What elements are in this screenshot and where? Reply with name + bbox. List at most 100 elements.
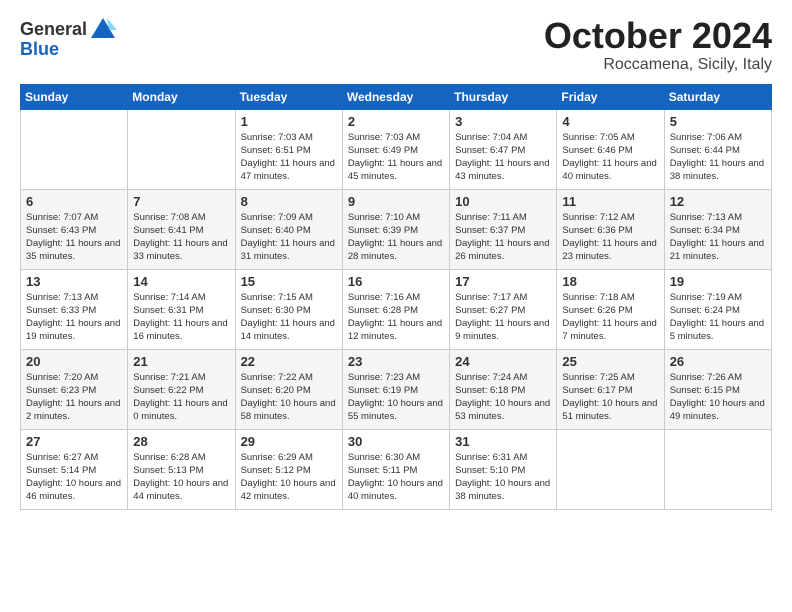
day-number: 18 bbox=[562, 274, 658, 289]
calendar-day-header: Thursday bbox=[450, 84, 557, 109]
day-info: Sunrise: 7:16 AMSunset: 6:28 PMDaylight:… bbox=[348, 291, 444, 344]
day-number: 21 bbox=[133, 354, 229, 369]
calendar-cell: 9 Sunrise: 7:10 AMSunset: 6:39 PMDaylight… bbox=[342, 189, 449, 269]
calendar-week-row: 13 Sunrise: 7:13 AMSunset: 6:33 PMDayligh… bbox=[21, 269, 772, 349]
day-info: Sunrise: 7:06 AMSunset: 6:44 PMDaylight:… bbox=[670, 131, 766, 184]
calendar-cell: 6 Sunrise: 7:07 AMSunset: 6:43 PMDaylight… bbox=[21, 189, 128, 269]
day-number: 4 bbox=[562, 114, 658, 129]
calendar-day-header: Wednesday bbox=[342, 84, 449, 109]
day-number: 14 bbox=[133, 274, 229, 289]
day-info: Sunrise: 7:19 AMSunset: 6:24 PMDaylight:… bbox=[670, 291, 766, 344]
calendar-cell: 18Sunrise: 7:18 AMSunset: 6:26 PMDayligh… bbox=[557, 269, 664, 349]
day-number: 30 bbox=[348, 434, 444, 449]
day-number: 12 bbox=[670, 194, 766, 209]
month-title: October 2024 bbox=[544, 16, 772, 56]
day-info: Sunrise: 7:09 AMSunset: 6:40 PMDaylight:… bbox=[241, 211, 337, 264]
location: Roccamena, Sicily, Italy bbox=[544, 56, 772, 74]
day-info: Sunrise: 7:23 AMSunset: 6:19 PMDaylight:… bbox=[348, 371, 444, 424]
day-number: 9 bbox=[348, 194, 444, 209]
day-info: Sunrise: 7:05 AMSunset: 6:46 PMDaylight:… bbox=[562, 131, 658, 184]
header: General Blue October 2024 Roccamena, Sic… bbox=[20, 16, 772, 74]
day-info: Sunrise: 7:07 AMSunset: 6:43 PMDaylight:… bbox=[26, 211, 122, 264]
calendar-cell: 19 Sunrise: 7:19 AMSunset: 6:24 PMDayligh… bbox=[664, 269, 771, 349]
calendar-cell bbox=[21, 109, 128, 189]
day-number: 22 bbox=[241, 354, 337, 369]
day-info: Sunrise: 7:21 AMSunset: 6:22 PMDaylight:… bbox=[133, 371, 229, 424]
calendar-cell: 25Sunrise: 7:25 AMSunset: 6:17 PMDayligh… bbox=[557, 349, 664, 429]
calendar-cell: 28Sunrise: 6:28 AMSunset: 5:13 PMDayligh… bbox=[128, 429, 235, 509]
calendar-cell: 20Sunrise: 7:20 AMSunset: 6:23 PMDayligh… bbox=[21, 349, 128, 429]
calendar-day-header: Saturday bbox=[664, 84, 771, 109]
calendar-cell: 21 Sunrise: 7:21 AMSunset: 6:22 PMDayligh… bbox=[128, 349, 235, 429]
day-info: Sunrise: 7:22 AMSunset: 6:20 PMDaylight:… bbox=[241, 371, 337, 424]
calendar-cell: 16 Sunrise: 7:16 AMSunset: 6:28 PMDayligh… bbox=[342, 269, 449, 349]
day-info: Sunrise: 7:17 AMSunset: 6:27 PMDaylight:… bbox=[455, 291, 551, 344]
calendar-cell: 8 Sunrise: 7:09 AMSunset: 6:40 PMDaylight… bbox=[235, 189, 342, 269]
day-info: Sunrise: 7:20 AMSunset: 6:23 PMDaylight:… bbox=[26, 371, 122, 424]
day-info: Sunrise: 7:03 AMSunset: 6:49 PMDaylight:… bbox=[348, 131, 444, 184]
calendar-cell: 15 Sunrise: 7:15 AMSunset: 6:30 PMDayligh… bbox=[235, 269, 342, 349]
day-info: Sunrise: 7:25 AMSunset: 6:17 PMDaylight:… bbox=[562, 371, 658, 424]
calendar-table: SundayMondayTuesdayWednesdayThursdayFrid… bbox=[20, 84, 772, 510]
day-info: Sunrise: 6:28 AMSunset: 5:13 PMDaylight:… bbox=[133, 451, 229, 504]
calendar-day-header: Friday bbox=[557, 84, 664, 109]
calendar-week-row: 27 Sunrise: 6:27 AMSunset: 5:14 PMDayligh… bbox=[21, 429, 772, 509]
day-number: 24 bbox=[455, 354, 551, 369]
calendar-cell: 12 Sunrise: 7:13 AMSunset: 6:34 PMDayligh… bbox=[664, 189, 771, 269]
calendar-header-row: SundayMondayTuesdayWednesdayThursdayFrid… bbox=[21, 84, 772, 109]
calendar-cell: 1 Sunrise: 7:03 AMSunset: 6:51 PMDaylight… bbox=[235, 109, 342, 189]
day-number: 15 bbox=[241, 274, 337, 289]
day-info: Sunrise: 7:14 AMSunset: 6:31 PMDaylight:… bbox=[133, 291, 229, 344]
day-number: 7 bbox=[133, 194, 229, 209]
day-info: Sunrise: 6:31 AMSunset: 5:10 PMDaylight:… bbox=[455, 451, 551, 504]
logo-general-text: General bbox=[20, 20, 87, 40]
day-info: Sunrise: 7:04 AMSunset: 6:47 PMDaylight:… bbox=[455, 131, 551, 184]
calendar-day-header: Sunday bbox=[21, 84, 128, 109]
calendar-cell: 26Sunrise: 7:26 AMSunset: 6:15 PMDayligh… bbox=[664, 349, 771, 429]
day-info: Sunrise: 7:10 AMSunset: 6:39 PMDaylight:… bbox=[348, 211, 444, 264]
day-number: 11 bbox=[562, 194, 658, 209]
day-info: Sunrise: 7:24 AMSunset: 6:18 PMDaylight:… bbox=[455, 371, 551, 424]
day-number: 10 bbox=[455, 194, 551, 209]
calendar-day-header: Tuesday bbox=[235, 84, 342, 109]
day-info: Sunrise: 7:12 AMSunset: 6:36 PMDaylight:… bbox=[562, 211, 658, 264]
day-number: 16 bbox=[348, 274, 444, 289]
day-info: Sunrise: 6:27 AMSunset: 5:14 PMDaylight:… bbox=[26, 451, 122, 504]
day-info: Sunrise: 7:03 AMSunset: 6:51 PMDaylight:… bbox=[241, 131, 337, 184]
title-block: October 2024 Roccamena, Sicily, Italy bbox=[544, 16, 772, 74]
day-number: 29 bbox=[241, 434, 337, 449]
calendar-cell: 10 Sunrise: 7:11 AMSunset: 6:37 PMDayligh… bbox=[450, 189, 557, 269]
calendar-cell: 30 Sunrise: 6:30 AMSunset: 5:11 PMDayligh… bbox=[342, 429, 449, 509]
calendar-cell bbox=[557, 429, 664, 509]
calendar-cell: 14 Sunrise: 7:14 AMSunset: 6:31 PMDayligh… bbox=[128, 269, 235, 349]
calendar-week-row: 1 Sunrise: 7:03 AMSunset: 6:51 PMDaylight… bbox=[21, 109, 772, 189]
day-number: 8 bbox=[241, 194, 337, 209]
day-info: Sunrise: 6:30 AMSunset: 5:11 PMDaylight:… bbox=[348, 451, 444, 504]
calendar-cell: 29Sunrise: 6:29 AMSunset: 5:12 PMDayligh… bbox=[235, 429, 342, 509]
calendar-cell: 17 Sunrise: 7:17 AMSunset: 6:27 PMDayligh… bbox=[450, 269, 557, 349]
calendar-cell: 31Sunrise: 6:31 AMSunset: 5:10 PMDayligh… bbox=[450, 429, 557, 509]
calendar-day-header: Monday bbox=[128, 84, 235, 109]
day-number: 13 bbox=[26, 274, 122, 289]
calendar-cell bbox=[128, 109, 235, 189]
day-info: Sunrise: 7:13 AMSunset: 6:34 PMDaylight:… bbox=[670, 211, 766, 264]
calendar-cell: 24 Sunrise: 7:24 AMSunset: 6:18 PMDayligh… bbox=[450, 349, 557, 429]
calendar-cell: 13 Sunrise: 7:13 AMSunset: 6:33 PMDayligh… bbox=[21, 269, 128, 349]
day-info: Sunrise: 7:15 AMSunset: 6:30 PMDaylight:… bbox=[241, 291, 337, 344]
day-number: 1 bbox=[241, 114, 337, 129]
day-info: Sunrise: 7:11 AMSunset: 6:37 PMDaylight:… bbox=[455, 211, 551, 264]
calendar-cell: 27 Sunrise: 6:27 AMSunset: 5:14 PMDayligh… bbox=[21, 429, 128, 509]
day-number: 3 bbox=[455, 114, 551, 129]
day-number: 2 bbox=[348, 114, 444, 129]
calendar-cell: 2 Sunrise: 7:03 AMSunset: 6:49 PMDaylight… bbox=[342, 109, 449, 189]
day-number: 19 bbox=[670, 274, 766, 289]
calendar-cell: 22 Sunrise: 7:22 AMSunset: 6:20 PMDayligh… bbox=[235, 349, 342, 429]
calendar-week-row: 20Sunrise: 7:20 AMSunset: 6:23 PMDayligh… bbox=[21, 349, 772, 429]
day-number: 6 bbox=[26, 194, 122, 209]
day-number: 17 bbox=[455, 274, 551, 289]
day-info: Sunrise: 7:13 AMSunset: 6:33 PMDaylight:… bbox=[26, 291, 122, 344]
calendar-cell: 3 Sunrise: 7:04 AMSunset: 6:47 PMDaylight… bbox=[450, 109, 557, 189]
calendar-cell: 4 Sunrise: 7:05 AMSunset: 6:46 PMDaylight… bbox=[557, 109, 664, 189]
day-number: 27 bbox=[26, 434, 122, 449]
calendar-cell: 5Sunrise: 7:06 AMSunset: 6:44 PMDaylight… bbox=[664, 109, 771, 189]
